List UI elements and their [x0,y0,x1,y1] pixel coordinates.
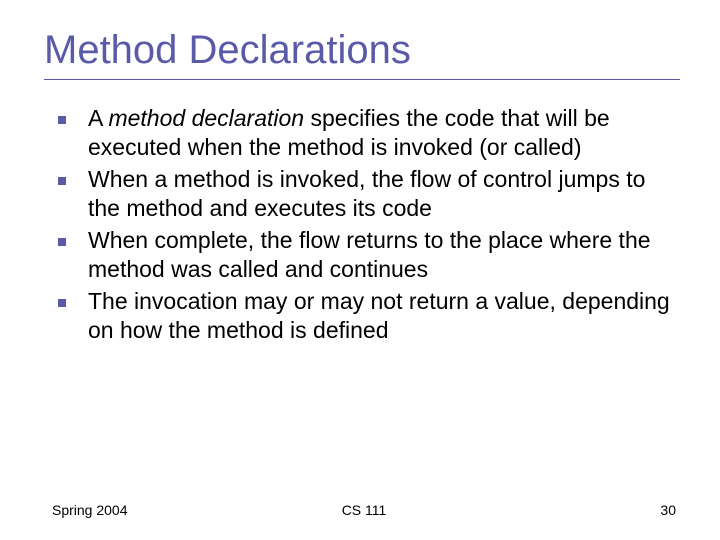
bullet-item: When a method is invoked, the flow of co… [52,165,680,224]
bullet-item: A method declaration specifies the code … [52,104,680,163]
slide: Method Declarations A method declaration… [0,0,720,540]
footer-left: Spring 2004 [52,502,128,518]
bullet-item: When complete, the flow returns to the p… [52,226,680,285]
slide-footer: Spring 2004 CS 111 30 [52,502,676,518]
bullet-list: A method declaration specifies the code … [44,104,680,346]
footer-center: CS 111 [342,502,387,518]
title-divider [44,79,680,80]
bullet-item: The invocation may or may not return a v… [52,287,680,346]
bullet-text-em: method declaration [108,105,304,131]
footer-right: 30 [660,502,676,518]
bullet-text-pre: When complete, the flow returns to the p… [88,227,651,282]
bullet-text-pre: The invocation may or may not return a v… [88,288,670,343]
bullet-text-pre: When a method is invoked, the flow of co… [88,166,645,221]
slide-title: Method Declarations [44,28,680,73]
bullet-text-pre: A [88,105,108,131]
